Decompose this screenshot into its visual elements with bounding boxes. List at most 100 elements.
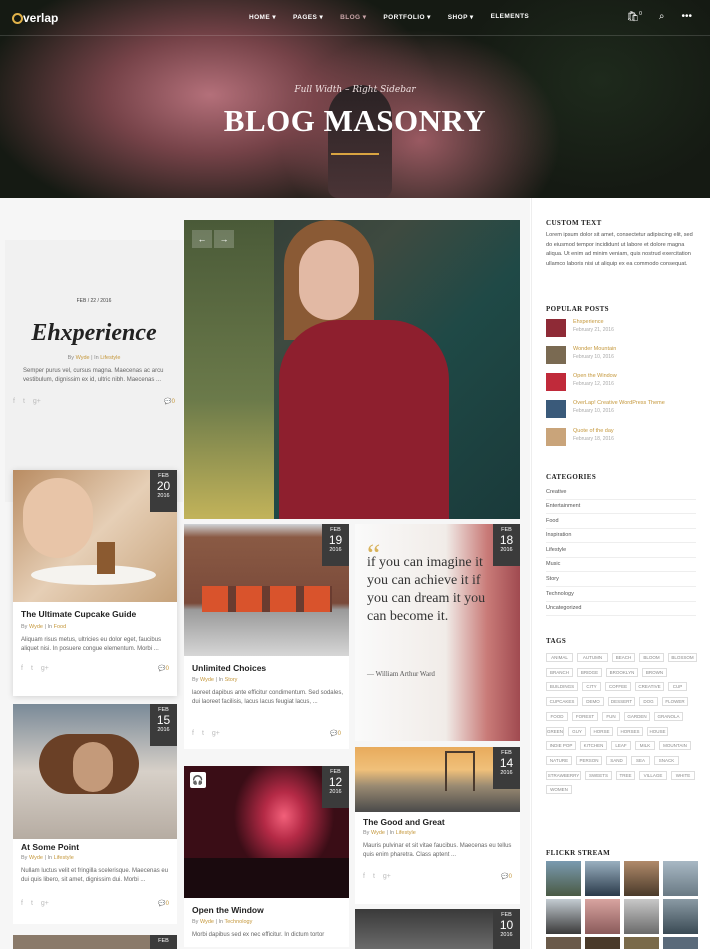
post-author[interactable]: Wyde [76,355,90,361]
tag-link[interactable]: BROWN [642,667,667,677]
tag-link[interactable]: INDIE POP [546,741,576,751]
post-card-partial[interactable]: FEB [13,935,177,949]
twitter-icon[interactable]: t [202,730,204,737]
search-icon[interactable]: ⌕ [659,11,665,22]
tag-link[interactable]: FUN [602,711,620,721]
tag-link[interactable]: BUILDINGS [546,682,578,692]
tag-link[interactable]: WOMEN [546,785,572,795]
category-link[interactable]: Food [546,518,696,529]
category-link[interactable]: Inspiration [546,532,696,543]
slider-next-button[interactable]: → [214,230,234,248]
post-card-quote[interactable]: FEB 18 2016 “ if you can imagine it you ca… [355,524,520,741]
site-logo[interactable]: verlap [12,11,58,25]
popular-post-item[interactable]: Quote of the day February 18, 2016 [546,428,614,446]
tag-link[interactable]: HORSE [590,726,613,736]
tag-link[interactable]: MILK [635,741,655,751]
nav-item-portfolio[interactable]: PORTFOLIO ▾ [383,13,430,21]
post-title[interactable]: Unlimited Choices [192,663,266,673]
flickr-photo[interactable] [624,899,659,934]
featured-post-image[interactable]: ← → [184,220,520,519]
category-link[interactable]: Lifestyle [546,547,696,558]
category-link[interactable]: Technology [546,591,696,602]
twitter-icon[interactable]: t [31,665,33,672]
flickr-photo[interactable] [663,861,698,896]
category-link[interactable]: Music [546,561,696,572]
post-title[interactable]: The Good and Great [363,817,445,827]
flickr-photo[interactable] [663,937,698,949]
tag-link[interactable]: MOUNTAIN [659,741,691,751]
tag-link[interactable]: GARDEN [624,711,650,721]
post-card-open-the-window[interactable]: 🎧 FEB 12 2016 Open the Window By Wyde | In… [184,766,349,947]
tag-link[interactable]: BLOOM [639,653,664,662]
tag-link[interactable]: SWEETS [585,770,612,780]
post-card-cupcake[interactable]: FEB 20 2016 The Ultimate Cupcake Guide By … [13,470,177,696]
flickr-photo[interactable] [624,937,659,949]
popular-post-item[interactable]: Wonder Mountain February 10, 2016 [546,346,616,364]
facebook-icon[interactable]: f [13,398,15,405]
tag-link[interactable]: ANIMAL [546,653,573,662]
slider-prev-button[interactable]: ← [192,230,212,248]
post-title[interactable]: Open the Window [192,905,264,915]
flickr-photo[interactable] [546,899,581,934]
googleplus-icon[interactable]: g+ [33,398,41,405]
flickr-photo[interactable] [546,937,581,949]
comment-count[interactable]: 💬0 [164,398,175,405]
popular-post-item[interactable]: OverLap! Creative WordPress Theme Februar… [546,400,665,418]
tag-link[interactable]: DESSERT [608,697,635,707]
category-link[interactable]: Creative [546,489,696,500]
googleplus-icon[interactable]: g+ [383,873,391,880]
tag-link[interactable]: PERSON [576,755,602,765]
twitter-icon[interactable]: t [23,398,25,405]
googleplus-icon[interactable]: g+ [41,665,49,672]
tag-link[interactable]: GRANOLA [654,711,683,721]
tag-link[interactable]: BROOKLYN [606,667,638,677]
tag-link[interactable]: CITY [582,682,601,692]
category-link[interactable]: Story [546,576,696,587]
tag-link[interactable]: GREEN [546,726,564,736]
tag-link[interactable]: BRIDGE [577,667,602,677]
post-card-good-and-great[interactable]: FEB 14 2016 The Good and Great By Wyde | I… [355,747,520,904]
comment-count[interactable]: 💬0 [158,900,169,907]
post-card-at-some-point[interactable]: FEB 15 2016 At Some Point By Wyde | In Lif… [13,704,177,924]
tag-link[interactable]: CUP [668,682,687,692]
tag-link[interactable]: STRAWBERRY [546,770,581,780]
comment-count[interactable]: 💬0 [330,730,341,737]
post-category[interactable]: Technology [225,919,253,925]
flickr-photo[interactable] [585,861,620,896]
post-category[interactable]: Story [225,677,238,683]
category-link[interactable]: Uncategorized [546,605,696,616]
facebook-icon[interactable]: f [363,873,365,880]
tag-link[interactable]: NATURE [546,755,572,765]
tag-link[interactable]: LEAF [611,741,631,751]
flickr-photo[interactable] [546,861,581,896]
tag-link[interactable]: WHITE [671,770,695,780]
facebook-icon[interactable]: f [21,900,23,907]
tag-link[interactable]: GUY [568,726,586,736]
tag-link[interactable]: BLOSSOM [668,653,697,662]
post-category[interactable]: Lifestyle [54,855,74,861]
post-title[interactable]: At Some Point [21,842,79,852]
twitter-icon[interactable]: t [373,873,375,880]
facebook-icon[interactable]: f [192,730,194,737]
post-author[interactable]: Wyde [29,624,43,630]
tag-link[interactable]: HORSES [617,726,643,736]
nav-item-elements[interactable]: ELEMENTS [491,13,530,21]
comment-count[interactable]: 💬0 [158,665,169,672]
flickr-photo[interactable] [585,937,620,949]
popular-post-item[interactable]: Ehxperience February 21, 2016 [546,319,614,337]
tag-link[interactable]: CREATIVE [635,682,664,692]
nav-item-home[interactable]: HOME ▾ [249,13,276,21]
post-category[interactable]: Lifestyle [100,355,120,361]
tag-link[interactable]: DOG [639,697,658,707]
post-author[interactable]: Wyde [29,855,43,861]
comment-count[interactable]: 💬0 [501,873,512,880]
tag-link[interactable]: CUPCAKES [546,697,578,707]
nav-item-blog[interactable]: BLOG ▾ [340,13,366,21]
tag-link[interactable]: HOUSE [647,726,668,736]
post-author[interactable]: Wyde [200,919,214,925]
tag-link[interactable]: COFFEE [605,682,631,692]
tag-link[interactable]: FOREST [572,711,598,721]
post-card-partial[interactable]: FEB 10 2016 [355,909,520,949]
flickr-photo[interactable] [624,861,659,896]
post-author[interactable]: Wyde [200,677,214,683]
